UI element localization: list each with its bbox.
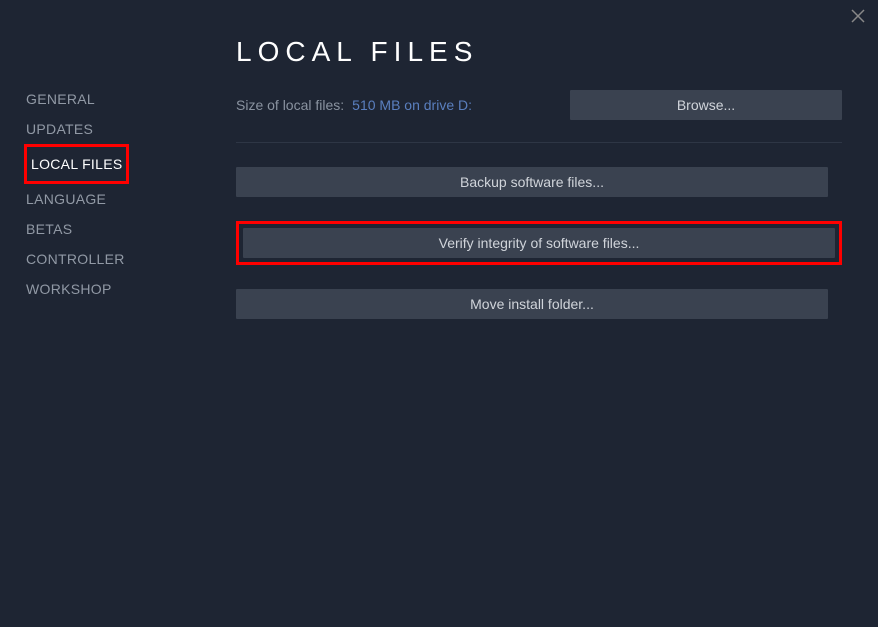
sidebar-item-updates[interactable]: UPDATES — [24, 114, 95, 144]
page-title: LOCAL FILES — [236, 36, 842, 68]
close-button[interactable] — [848, 6, 868, 26]
divider — [236, 142, 842, 143]
action-button-move[interactable]: Move install folder... — [236, 289, 828, 319]
action-button-verify[interactable]: Verify integrity of software files... — [243, 228, 835, 258]
size-value: 510 MB on drive D: — [352, 97, 472, 113]
browse-button[interactable]: Browse... — [570, 90, 842, 120]
action-button-backup[interactable]: Backup software files... — [236, 167, 828, 197]
size-label: Size of local files: — [236, 97, 344, 113]
highlight-box: Verify integrity of software files... — [236, 221, 842, 265]
sidebar: GENERALUPDATES LOCAL FILES LANGUAGEBETASCO… — [0, 36, 196, 627]
sidebar-item-controller[interactable]: CONTROLLER — [24, 244, 127, 274]
highlight-box: LOCAL FILES — [24, 144, 129, 184]
sidebar-item-local-files[interactable]: LOCAL FILES — [29, 149, 124, 179]
sidebar-item-general[interactable]: GENERAL — [24, 84, 97, 114]
sidebar-item-language[interactable]: LANGUAGE — [24, 184, 108, 214]
size-row: Size of local files: 510 MB on drive D: … — [236, 90, 842, 120]
close-icon — [851, 9, 865, 23]
sidebar-item-betas[interactable]: BETAS — [24, 214, 74, 244]
main-content: LOCAL FILES Size of local files: 510 MB … — [196, 36, 878, 627]
sidebar-item-workshop[interactable]: WORKSHOP — [24, 274, 114, 304]
